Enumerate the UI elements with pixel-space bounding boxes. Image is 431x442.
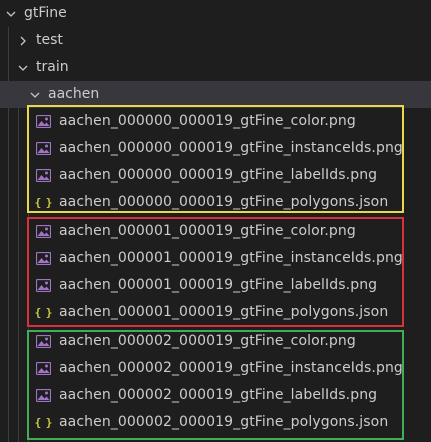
folder-label: aachen (48, 86, 100, 102)
folder-label: train (36, 59, 69, 75)
file-row[interactable]: aachen_000001_000019_gtFine_labelIds.png (0, 272, 431, 299)
file-name: aachen_000000_000019_gtFine_instanceIds.… (59, 140, 403, 156)
file-name: aachen_000000_000019_gtFine_labelIds.png (59, 167, 378, 183)
folder-train[interactable]: train (0, 54, 431, 81)
chevron-down-icon (28, 88, 42, 102)
image-file-icon (35, 224, 51, 240)
folder-label: gtFine (24, 5, 67, 21)
file-row[interactable]: { } aachen_000001_000019_gtFine_polygons.… (0, 299, 431, 326)
file-row[interactable]: aachen_000002_000019_gtFine_labelIds.png (0, 382, 431, 409)
file-row[interactable]: aachen_000000_000019_gtFine_labelIds.png (0, 162, 431, 189)
folder-aachen[interactable]: aachen (0, 81, 431, 108)
file-row[interactable]: aachen_000001_000019_gtFine_color.png (0, 218, 431, 245)
folder-test[interactable]: test (0, 27, 431, 54)
file-name: aachen_000000_000019_gtFine_polygons.jso… (59, 194, 389, 210)
file-name: aachen_000002_000019_gtFine_instanceIds.… (59, 360, 403, 376)
chevron-down-icon (4, 7, 18, 21)
json-file-icon: { } (34, 306, 53, 319)
image-file-icon (35, 388, 51, 404)
folder-gtfine[interactable]: gtFine (0, 0, 431, 27)
chevron-right-icon (16, 34, 30, 48)
image-file-icon (35, 141, 51, 157)
file-row[interactable]: aachen_000000_000019_gtFine_instanceIds.… (0, 135, 431, 162)
image-file-icon (35, 334, 51, 350)
file-name: aachen_000000_000019_gtFine_color.png (59, 113, 356, 129)
image-file-icon (35, 251, 51, 267)
file-row[interactable]: { } aachen_000002_000019_gtFine_polygons.… (0, 409, 431, 436)
file-name: aachen_000002_000019_gtFine_polygons.jso… (59, 414, 389, 430)
image-file-icon (35, 278, 51, 294)
file-name: aachen_000001_000019_gtFine_color.png (59, 223, 356, 239)
image-file-icon (35, 168, 51, 184)
image-file-icon (35, 114, 51, 130)
file-row[interactable]: aachen_000001_000019_gtFine_instanceIds.… (0, 245, 431, 272)
folder-label: test (36, 32, 63, 48)
image-file-icon (35, 361, 51, 377)
file-name: aachen_000002_000019_gtFine_labelIds.png (59, 387, 378, 403)
file-row[interactable]: aachen_000000_000019_gtFine_color.png (0, 108, 431, 135)
file-name: aachen_000001_000019_gtFine_labelIds.png (59, 277, 378, 293)
chevron-down-icon (16, 61, 30, 75)
json-file-icon: { } (34, 416, 53, 429)
file-row[interactable]: { } aachen_000000_000019_gtFine_polygons.… (0, 189, 431, 216)
file-name: aachen_000002_000019_gtFine_color.png (59, 333, 356, 349)
file-row[interactable]: aachen_000002_000019_gtFine_instanceIds.… (0, 355, 431, 382)
file-name: aachen_000001_000019_gtFine_polygons.jso… (59, 304, 389, 320)
file-name: aachen_000001_000019_gtFine_instanceIds.… (59, 250, 403, 266)
file-row[interactable]: aachen_000002_000019_gtFine_color.png (0, 328, 431, 355)
json-file-icon: { } (34, 196, 53, 209)
